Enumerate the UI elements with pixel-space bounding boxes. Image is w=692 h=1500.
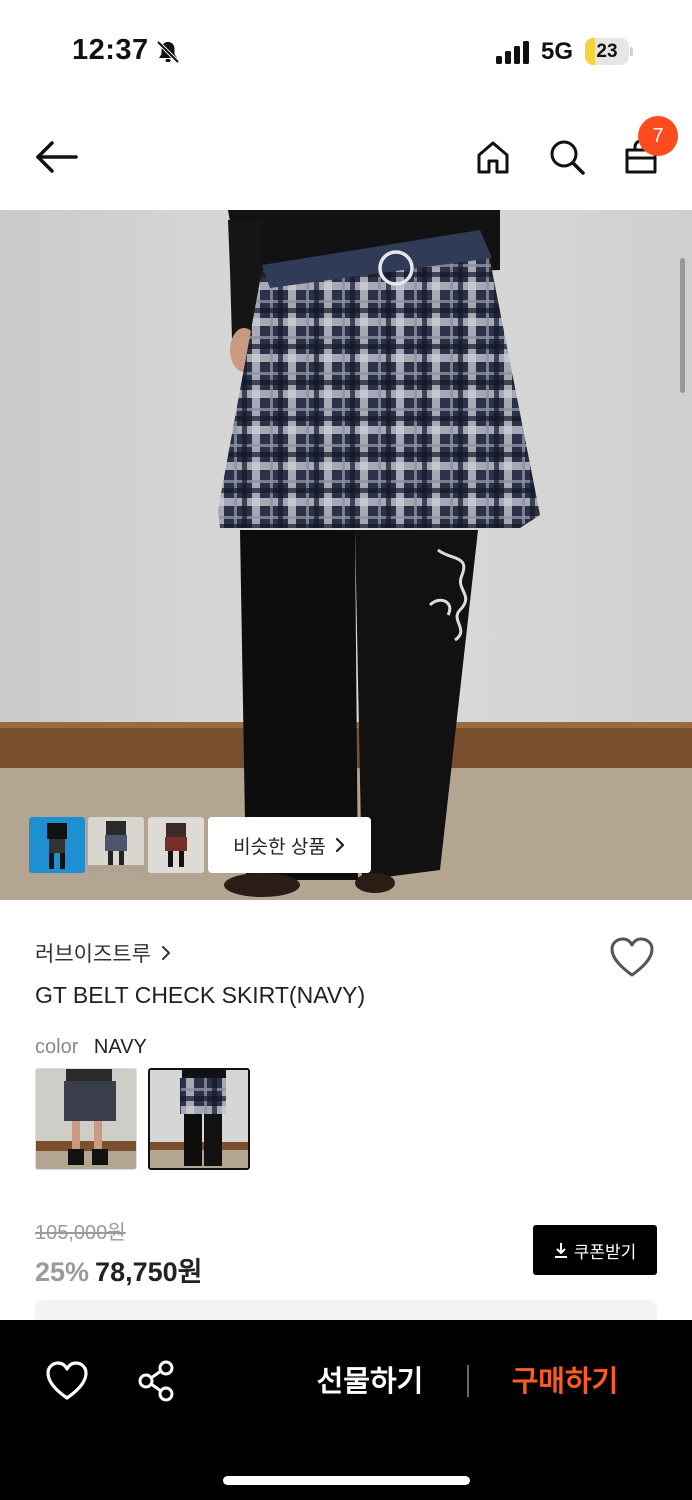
download-icon (554, 1243, 567, 1258)
chevron-right-icon (161, 946, 170, 960)
thumbnail-image (29, 817, 85, 873)
similar-products-label: 비슷한 상품 (233, 836, 326, 858)
similar-thumbnail-3[interactable] (148, 817, 204, 873)
brand-link[interactable]: 러브이즈트루 (35, 938, 171, 968)
status-bar: 12:37 5G 23 (0, 0, 692, 100)
gift-button[interactable]: 선물하기 (290, 1358, 450, 1406)
similar-thumbnail-1[interactable] (29, 817, 85, 873)
back-arrow-icon (36, 141, 78, 173)
search-icon (550, 140, 585, 175)
option-label: color (35, 1036, 79, 1058)
bell-slash-icon (156, 40, 180, 64)
brand-name: 러브이즈트루 (35, 943, 151, 966)
wishlist-button[interactable] (608, 935, 656, 979)
color-swatch-1[interactable] (35, 1068, 137, 1170)
back-button[interactable] (31, 132, 81, 182)
color-swatch-2-selected[interactable] (148, 1068, 250, 1170)
color-option-row: color NAVY (35, 1036, 147, 1059)
original-price: 105,000원 (35, 1222, 126, 1244)
status-time: 12:37 (72, 34, 149, 66)
swatch-image (36, 1069, 136, 1169)
price-row: 25% 78,750원 (35, 1250, 202, 1289)
divider (467, 1365, 469, 1397)
similar-thumbnail-2[interactable] (88, 817, 144, 873)
scroll-indicator[interactable] (680, 258, 685, 393)
sale-price: 78,750원 (95, 1257, 203, 1287)
similar-products-button[interactable]: 비슷한 상품 (208, 817, 371, 873)
product-image-gallery[interactable]: 비슷한 상품 (0, 210, 692, 900)
product-title: GT BELT CHECK SKIRT(NAVY) (35, 982, 366, 1008)
home-indicator[interactable] (223, 1476, 470, 1485)
chevron-right-icon (335, 837, 344, 853)
battery-icon: 23 (585, 38, 633, 65)
bottom-action-bar: 선물하기 구매하기 (0, 1320, 692, 1500)
discount-rate: 25% (35, 1257, 90, 1287)
swatch-image (150, 1070, 248, 1168)
coupon-download-button[interactable]: 쿠폰받기 (533, 1225, 657, 1275)
search-button[interactable] (542, 132, 592, 182)
battery-percentage: 23 (596, 41, 618, 62)
signal-icon (496, 41, 529, 64)
home-icon (477, 141, 509, 174)
like-button[interactable] (44, 1358, 90, 1404)
product-main-image (0, 210, 692, 900)
share-icon (138, 1360, 174, 1402)
heart-icon (46, 1361, 88, 1400)
thumbnail-image (148, 817, 204, 873)
share-button[interactable] (134, 1358, 180, 1404)
home-button[interactable] (468, 132, 518, 182)
network-label: 5G (541, 38, 574, 65)
coupon-label: 쿠폰받기 (573, 1242, 637, 1262)
thumbnail-image (88, 817, 144, 873)
heart-icon (610, 937, 654, 977)
cart-count-badge: 7 (638, 116, 678, 156)
top-nav-bar: 7 (0, 100, 692, 210)
buy-button[interactable]: 구매하기 (490, 1358, 640, 1406)
option-value: NAVY (93, 1036, 147, 1058)
